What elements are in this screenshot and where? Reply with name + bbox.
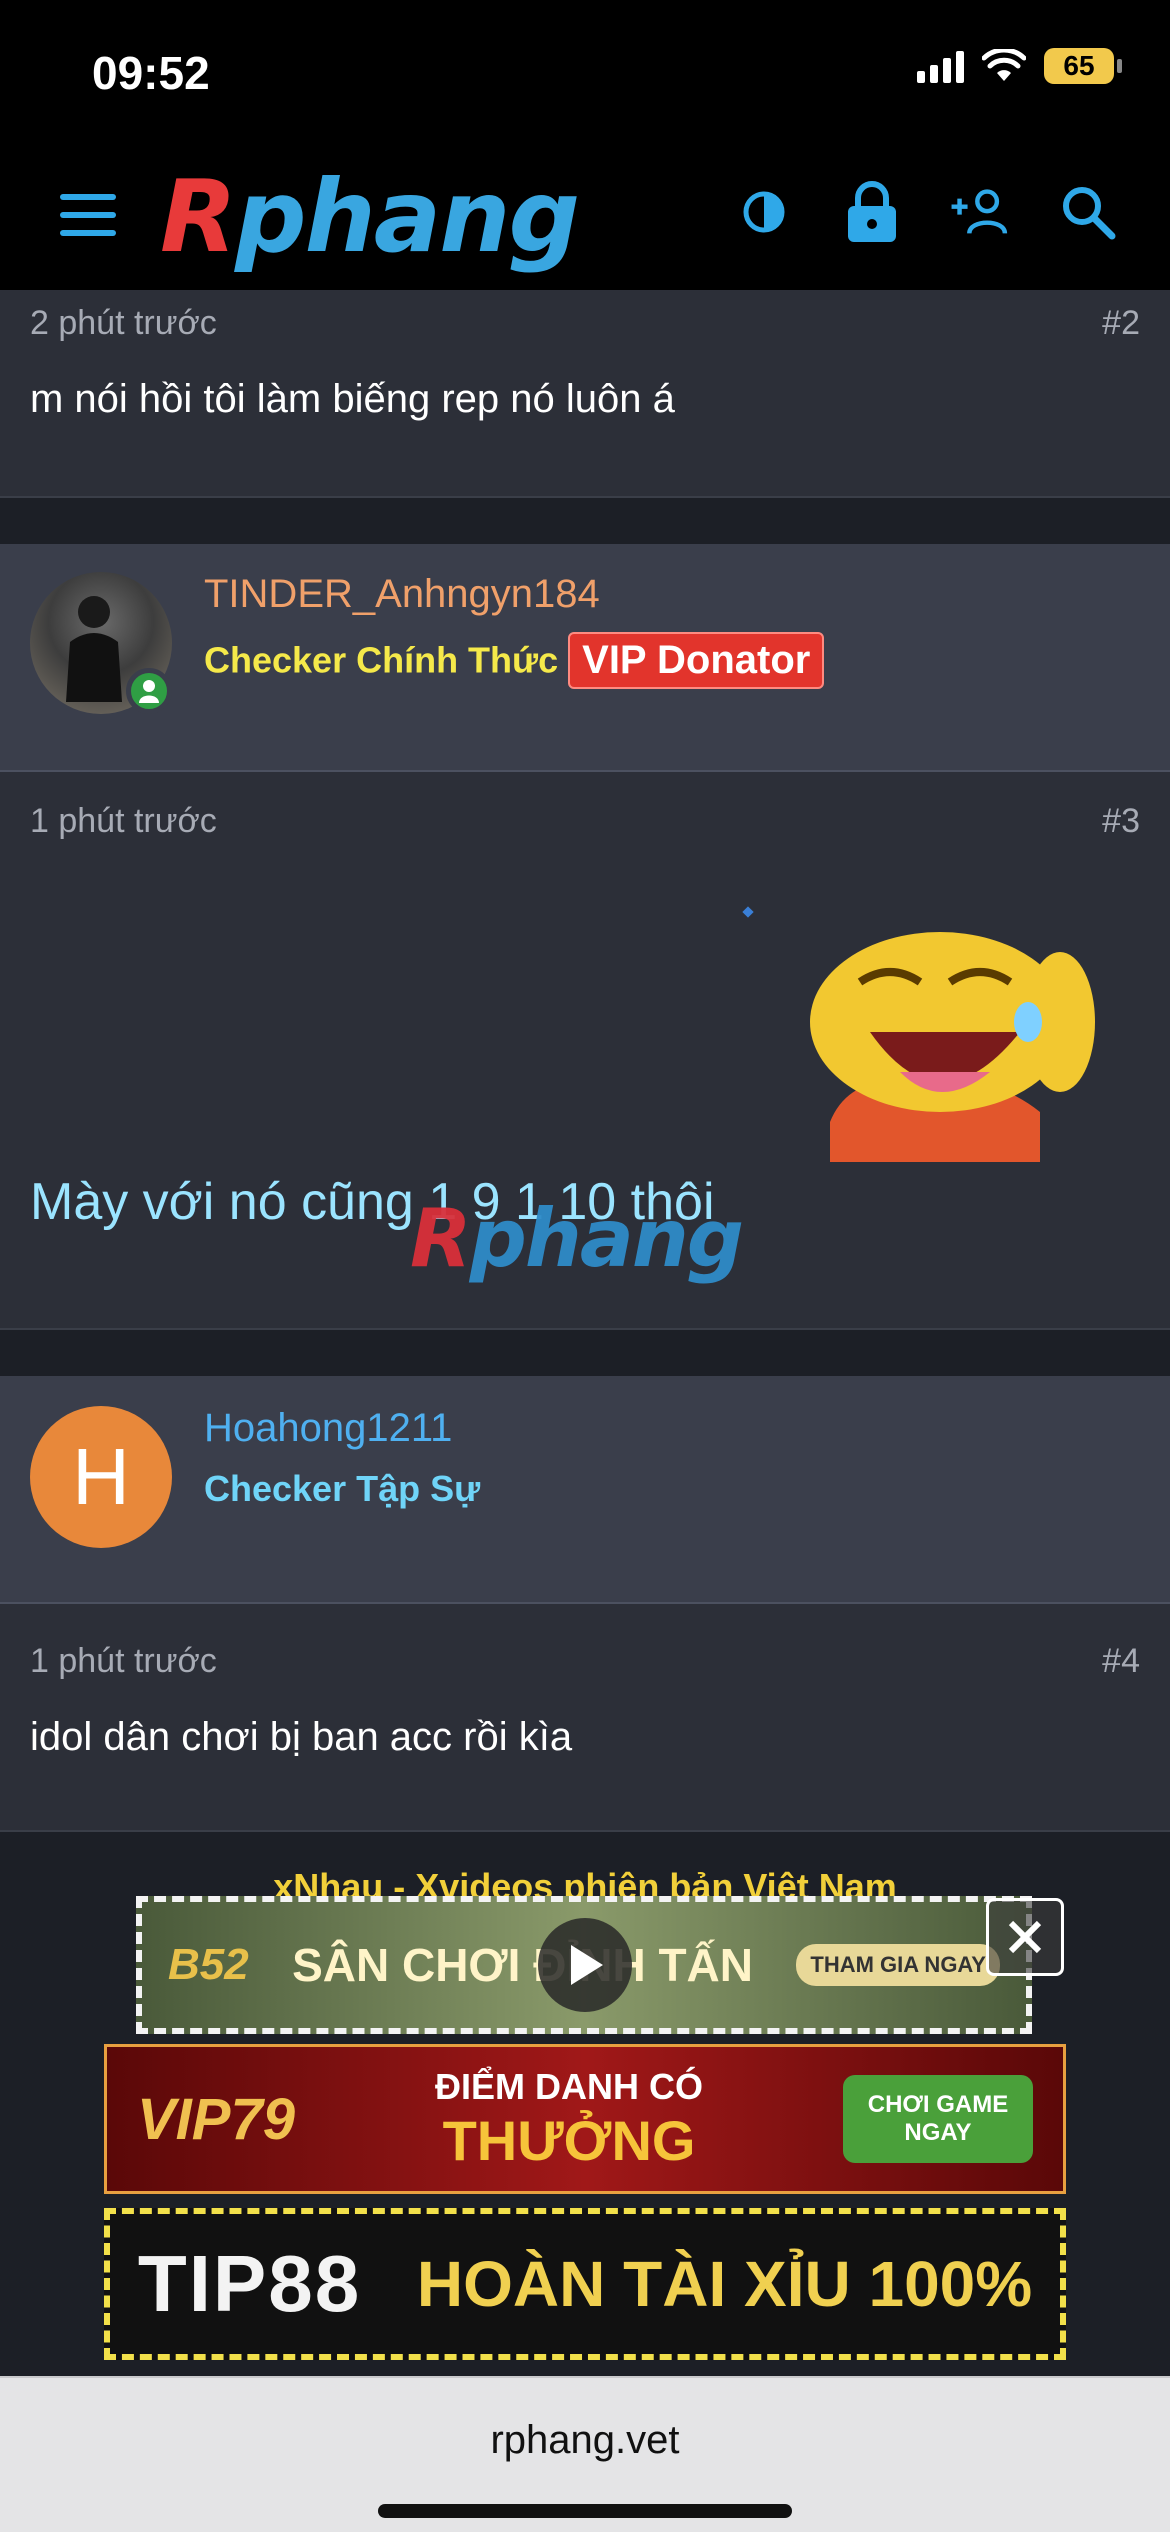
wifi-icon [982, 49, 1026, 81]
author-username[interactable]: TINDER_Anhngyn184 [204, 572, 600, 617]
login-lock-icon[interactable] [840, 180, 904, 244]
author-username[interactable]: Hoahong1211 [204, 1406, 452, 1451]
home-indicator[interactable] [378, 2504, 792, 2518]
vip-badge: VIP Donator [568, 632, 825, 689]
site-logo[interactable]: Rphang [160, 162, 580, 272]
post-number[interactable]: #2 [1102, 304, 1140, 343]
ad-area: xNhau - Xvideos phiên bản Việt Nam B52 S… [0, 1836, 1170, 2376]
register-user-icon[interactable] [948, 180, 1012, 244]
post-time[interactable]: 1 phút trước [30, 1642, 217, 1681]
menu-icon[interactable] [60, 194, 116, 236]
post-3-author: TINDER_Anhngyn184 Checker Chính Thức VIP … [0, 544, 1170, 772]
user-title: Checker Tập Sự [204, 1468, 481, 1509]
post-number[interactable]: #4 [1102, 1642, 1140, 1681]
search-icon[interactable] [1056, 180, 1120, 244]
url-display[interactable]: rphang.vet [0, 2418, 1170, 2463]
play-icon[interactable] [538, 1918, 632, 2012]
post-message: m nói hồi tôi làm biếng rep nó luôn á [30, 377, 675, 421]
battery-icon: 65 [1044, 48, 1122, 84]
online-status-icon [126, 668, 172, 714]
post-time[interactable]: 1 phút trước [30, 802, 217, 841]
post-time[interactable]: 2 phút trước [30, 304, 217, 343]
site-header: Rphang [0, 140, 1170, 290]
thread-content: 2 phút trước #2 m nói hồi tôi làm biếng … [0, 290, 1170, 1832]
avatar[interactable]: H [30, 1406, 172, 1548]
post-3: 1 phút trước #3 Mày với nó cũng 1 9 1 10… [0, 772, 1170, 1330]
post-separator [0, 1330, 1170, 1376]
status-time: 09:52 [92, 47, 210, 99]
post-2: 2 phút trước #2 m nói hồi tôi làm biếng … [0, 290, 1170, 498]
close-ad-icon[interactable] [986, 1898, 1064, 1976]
status-icons: 65 [917, 48, 1122, 84]
post-4-author: H Hoahong1211 Checker Tập Sự [0, 1376, 1170, 1604]
ad-banner-tip88[interactable]: TIP88 HOÀN TÀI XỈU 100% [104, 2208, 1066, 2360]
post-number[interactable]: #3 [1102, 802, 1140, 841]
cellular-signal-icon [917, 49, 964, 83]
laughing-sticker [810, 932, 1095, 1162]
watermark-logo: Rphang [410, 1192, 744, 1285]
sparkle-dot [742, 906, 754, 918]
post-message: idol dân chơi bị ban acc rồi kìa [30, 1715, 573, 1759]
post-4: 1 phút trước #4 idol dân chơi bị ban acc… [0, 1604, 1170, 1832]
header-actions [732, 180, 1120, 244]
avatar[interactable] [30, 572, 172, 714]
user-title: Checker Chính Thức [204, 639, 559, 681]
browser-address-bar[interactable]: rphang.vet [0, 2376, 1170, 2532]
post-separator [0, 498, 1170, 544]
ad-banner-vip79[interactable]: VIP79 ĐIỂM DANH CÓ THƯỞNG CHƠI GAME NGAY [104, 2044, 1066, 2194]
theme-toggle-icon[interactable] [732, 180, 796, 244]
status-bar: 09:52 65 [0, 0, 1170, 140]
